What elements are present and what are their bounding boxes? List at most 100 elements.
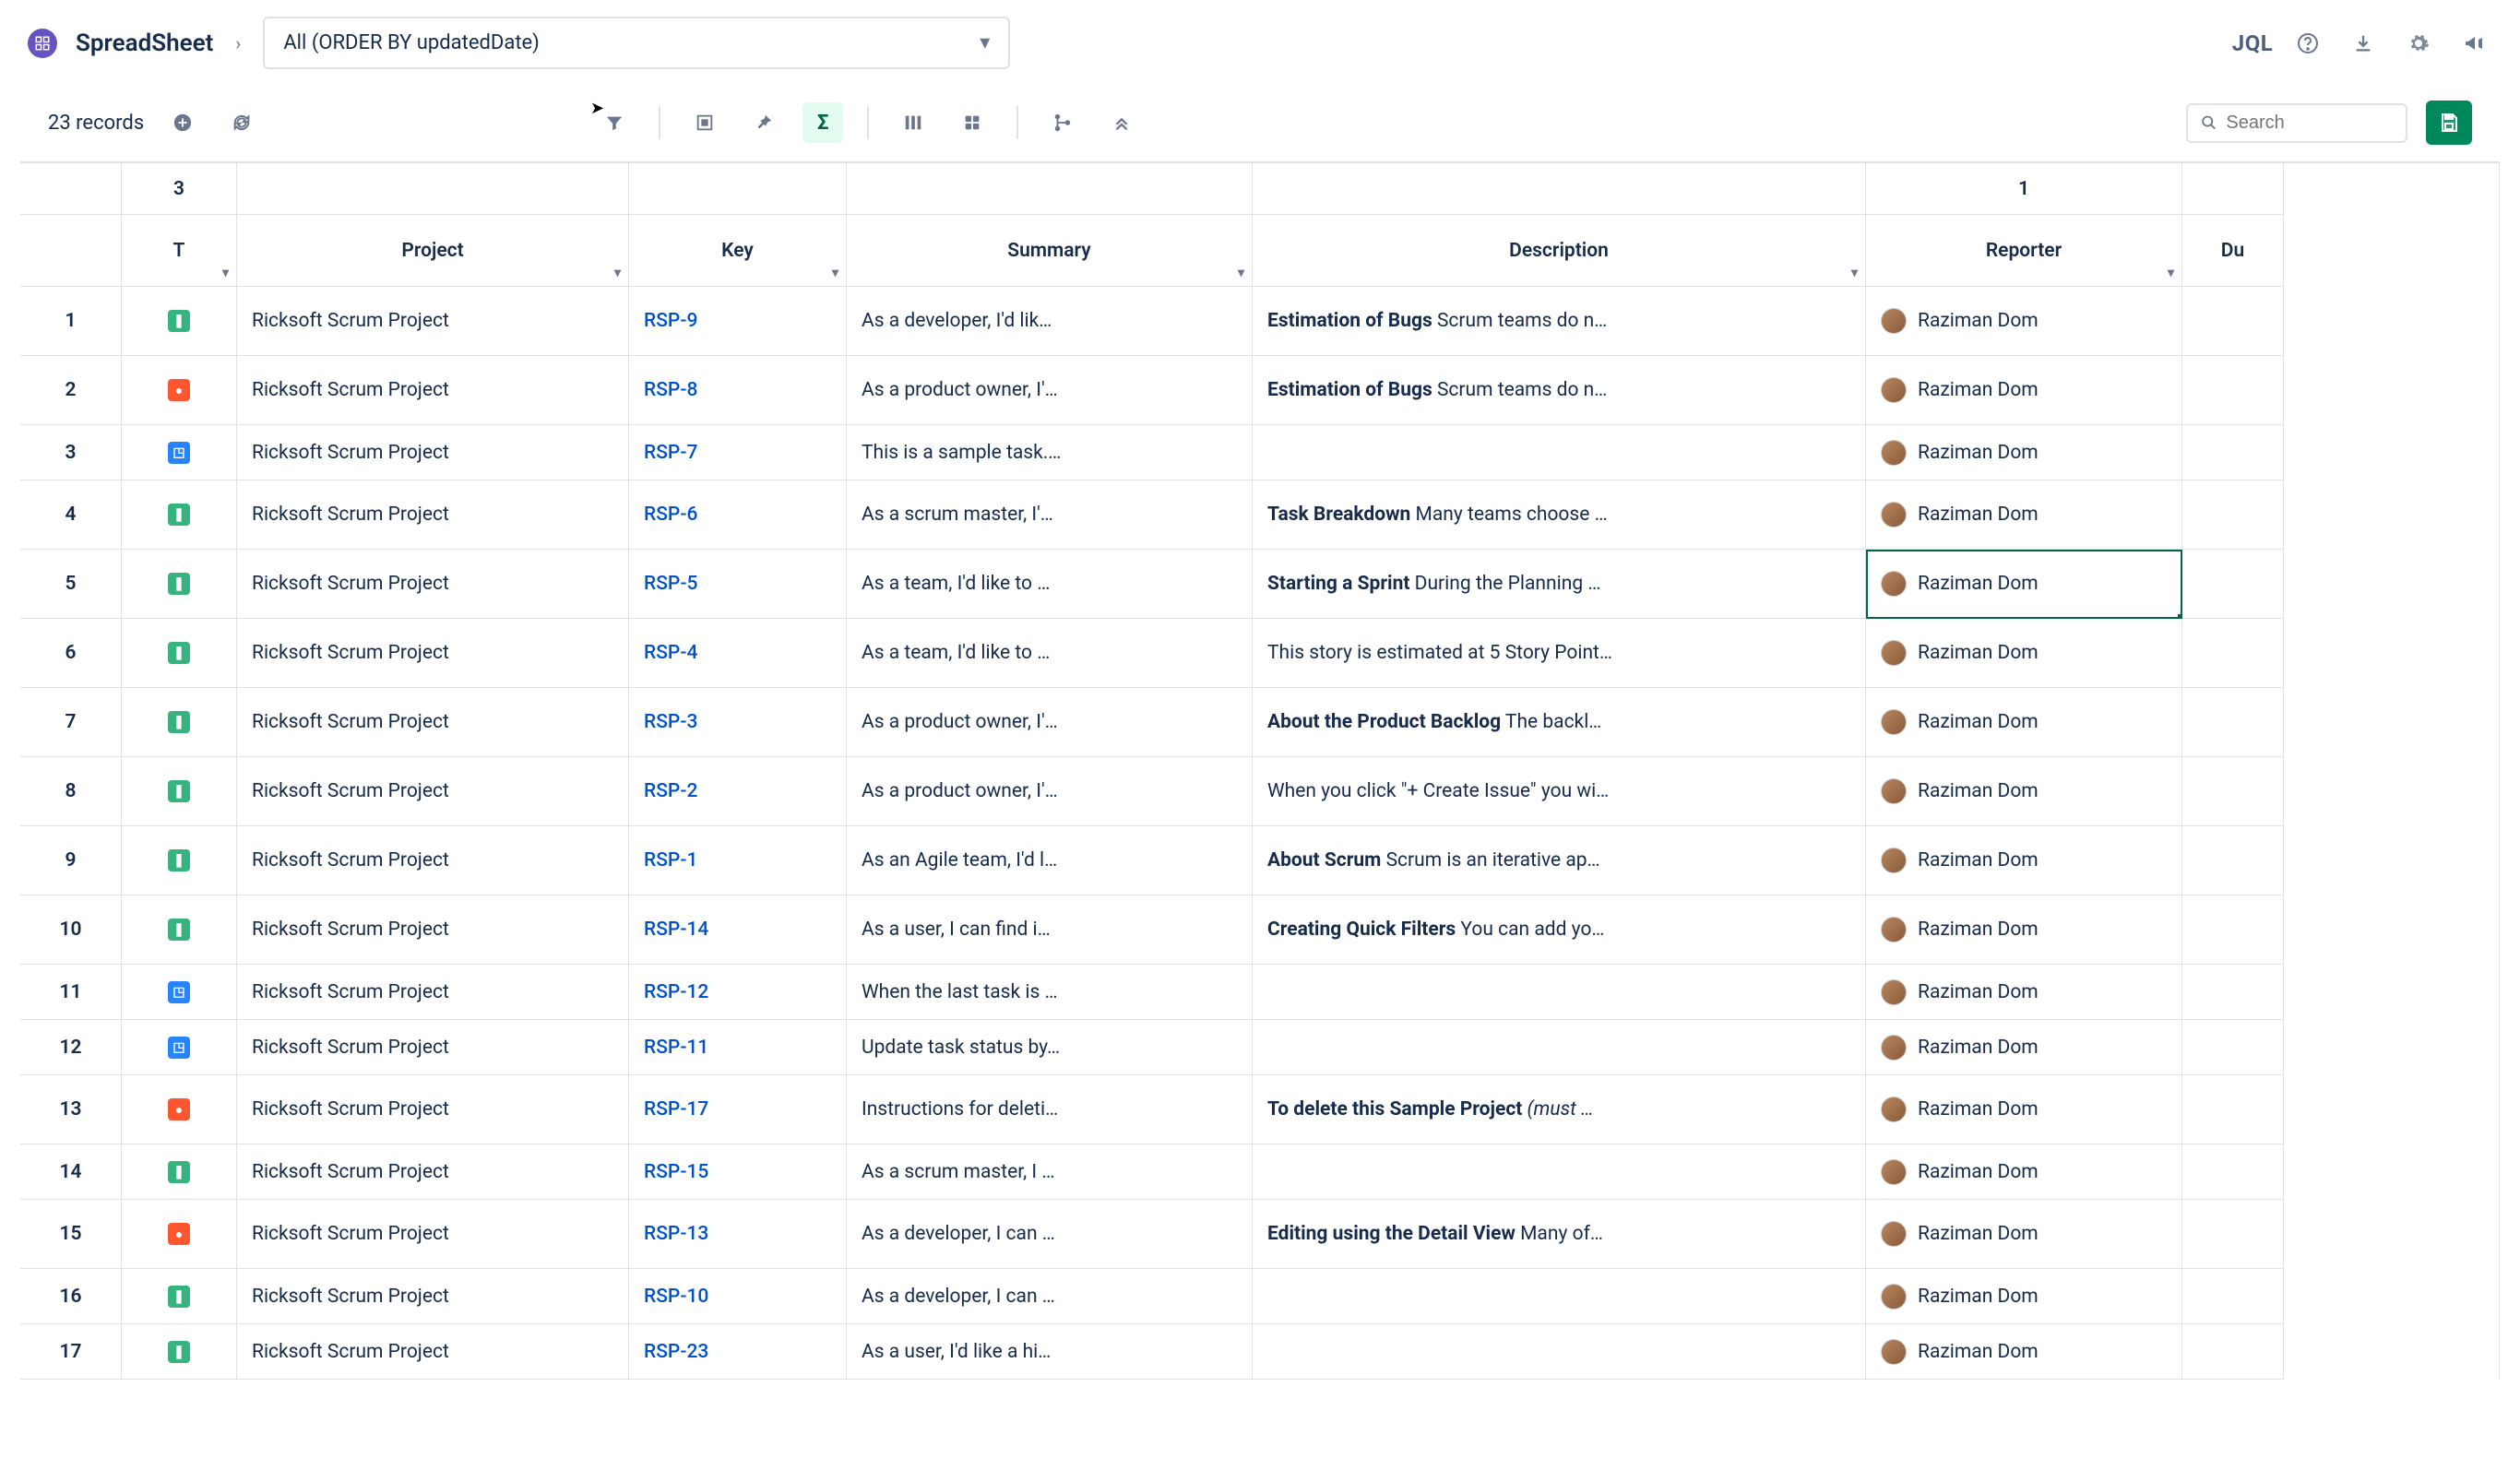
cell-key[interactable]: RSP-10 — [629, 1269, 847, 1324]
cell-reporter[interactable]: Raziman Dom — [1866, 1269, 2182, 1324]
cell-type[interactable]: ◳ — [122, 425, 237, 480]
chevron-down-icon[interactable]: ▾ — [832, 266, 838, 280]
cell-description[interactable]: Estimation of Bugs Scrum teams do n… — [1253, 356, 1866, 425]
cell-type[interactable]: ● — [122, 1200, 237, 1269]
cell-description[interactable]: To delete this Sample Project (must … — [1253, 1075, 1866, 1144]
cell-summary[interactable]: Update task status by… — [847, 1020, 1253, 1075]
cell-summary[interactable]: As a product owner, I'… — [847, 688, 1253, 757]
cell-due[interactable] — [2182, 1144, 2284, 1200]
chevron-down-icon[interactable]: ▾ — [1238, 266, 1244, 280]
header-key[interactable]: Key▾ — [629, 215, 847, 287]
filter-icon[interactable] — [594, 102, 635, 143]
cell-due[interactable] — [2182, 757, 2284, 826]
cell-project[interactable]: Ricksoft Scrum Project — [237, 1020, 629, 1075]
cell-type[interactable]: ❚ — [122, 1144, 237, 1200]
save-button[interactable] — [2426, 101, 2472, 145]
cell-type[interactable]: ● — [122, 1075, 237, 1144]
cell-due[interactable] — [2182, 826, 2284, 895]
cell-project[interactable]: Ricksoft Scrum Project — [237, 965, 629, 1020]
cell-description[interactable] — [1253, 1269, 1866, 1324]
cell-due[interactable] — [2182, 619, 2284, 688]
cell-key[interactable]: RSP-14 — [629, 895, 847, 965]
cell-description[interactable] — [1253, 425, 1866, 480]
cell-project[interactable]: Ricksoft Scrum Project — [237, 550, 629, 619]
row-number[interactable]: 4 — [20, 480, 122, 550]
add-button[interactable] — [162, 102, 203, 143]
cell-reporter[interactable]: Raziman Dom — [1866, 425, 2182, 480]
cell-project[interactable]: Ricksoft Scrum Project — [237, 1075, 629, 1144]
cell-key[interactable]: RSP-1 — [629, 826, 847, 895]
search-box[interactable] — [2186, 103, 2407, 143]
cell-description[interactable]: About the Product Backlog The backl… — [1253, 688, 1866, 757]
cell-key[interactable]: RSP-2 — [629, 757, 847, 826]
cell-description[interactable]: Estimation of Bugs Scrum teams do n… — [1253, 287, 1866, 356]
cell-project[interactable]: Ricksoft Scrum Project — [237, 425, 629, 480]
row-number[interactable]: 2 — [20, 356, 122, 425]
cell-type[interactable]: ❚ — [122, 826, 237, 895]
cell-due[interactable] — [2182, 688, 2284, 757]
cell-summary[interactable]: As a user, I can find i… — [847, 895, 1253, 965]
cell-summary[interactable]: As a team, I'd like to … — [847, 550, 1253, 619]
cell-due[interactable] — [2182, 480, 2284, 550]
cell-project[interactable]: Ricksoft Scrum Project — [237, 1144, 629, 1200]
reporter-badge[interactable]: 1 — [1866, 163, 2182, 215]
cell-type[interactable]: ❚ — [122, 1269, 237, 1324]
cell-due[interactable] — [2182, 1269, 2284, 1324]
cell-key[interactable]: RSP-7 — [629, 425, 847, 480]
cell-reporter[interactable]: Raziman Dom — [1866, 287, 2182, 356]
cell-summary[interactable]: As a developer, I can … — [847, 1269, 1253, 1324]
cell-reporter[interactable]: Raziman Dom — [1866, 1324, 2182, 1380]
cell-key[interactable]: RSP-15 — [629, 1144, 847, 1200]
sigma-button[interactable]: Σ — [802, 102, 843, 143]
cell-key[interactable]: RSP-9 — [629, 287, 847, 356]
cell-key[interactable]: RSP-6 — [629, 480, 847, 550]
cell-project[interactable]: Ricksoft Scrum Project — [237, 895, 629, 965]
cell-description[interactable]: This story is estimated at 5 Story Point… — [1253, 619, 1866, 688]
refresh-icon[interactable] — [221, 102, 262, 143]
cell-reporter[interactable]: Raziman Dom — [1866, 826, 2182, 895]
cell-key[interactable]: RSP-11 — [629, 1020, 847, 1075]
cell-description[interactable]: Starting a Sprint During the Planning … — [1253, 550, 1866, 619]
pin-icon[interactable] — [743, 102, 784, 143]
cell-due[interactable] — [2182, 356, 2284, 425]
cell-reporter[interactable]: Raziman Dom — [1866, 1144, 2182, 1200]
chevron-down-icon[interactable]: ▾ — [1851, 266, 1858, 280]
row-number[interactable]: 10 — [20, 895, 122, 965]
row-number[interactable]: 7 — [20, 688, 122, 757]
cell-reporter[interactable]: Raziman Dom — [1866, 1075, 2182, 1144]
gear-icon[interactable] — [2400, 25, 2437, 62]
hierarchy-icon[interactable] — [1042, 102, 1083, 143]
cell-summary[interactable]: As an Agile team, I'd l… — [847, 826, 1253, 895]
cell-description[interactable]: Creating Quick Filters You can add yo… — [1253, 895, 1866, 965]
cell-key[interactable]: RSP-17 — [629, 1075, 847, 1144]
cell-summary[interactable]: As a team, I'd like to … — [847, 619, 1253, 688]
header-description[interactable]: Description▾ — [1253, 215, 1866, 287]
cell-reporter[interactable]: Raziman Dom — [1866, 688, 2182, 757]
row-number[interactable]: 15 — [20, 1200, 122, 1269]
row-number[interactable]: 9 — [20, 826, 122, 895]
cell-description[interactable] — [1253, 1144, 1866, 1200]
cell-reporter[interactable]: Raziman Dom — [1866, 965, 2182, 1020]
cell-due[interactable] — [2182, 1020, 2284, 1075]
cell-summary[interactable]: As a product owner, I'… — [847, 757, 1253, 826]
cell-summary[interactable]: As a scrum master, I'… — [847, 480, 1253, 550]
cell-summary[interactable]: As a user, I'd like a hi… — [847, 1324, 1253, 1380]
cell-reporter[interactable]: Raziman Dom — [1866, 1020, 2182, 1075]
cell-key[interactable]: RSP-8 — [629, 356, 847, 425]
columns-icon[interactable] — [893, 102, 933, 143]
cell-reporter[interactable]: Raziman Dom — [1866, 619, 2182, 688]
cell-type[interactable]: ❚ — [122, 1324, 237, 1380]
cell-project[interactable]: Ricksoft Scrum Project — [237, 688, 629, 757]
collapse-icon[interactable] — [1101, 102, 1142, 143]
row-number[interactable]: 17 — [20, 1324, 122, 1380]
cell-reporter[interactable]: Raziman Dom — [1866, 550, 2182, 619]
download-icon[interactable] — [2345, 25, 2382, 62]
cell-type[interactable]: ❚ — [122, 480, 237, 550]
cell-type[interactable]: ◳ — [122, 965, 237, 1020]
chevron-down-icon[interactable]: ▾ — [222, 266, 229, 280]
cell-due[interactable] — [2182, 965, 2284, 1020]
cell-type[interactable]: ❚ — [122, 688, 237, 757]
row-number[interactable]: 14 — [20, 1144, 122, 1200]
frame-icon[interactable] — [684, 102, 725, 143]
cell-type[interactable]: ❚ — [122, 550, 237, 619]
